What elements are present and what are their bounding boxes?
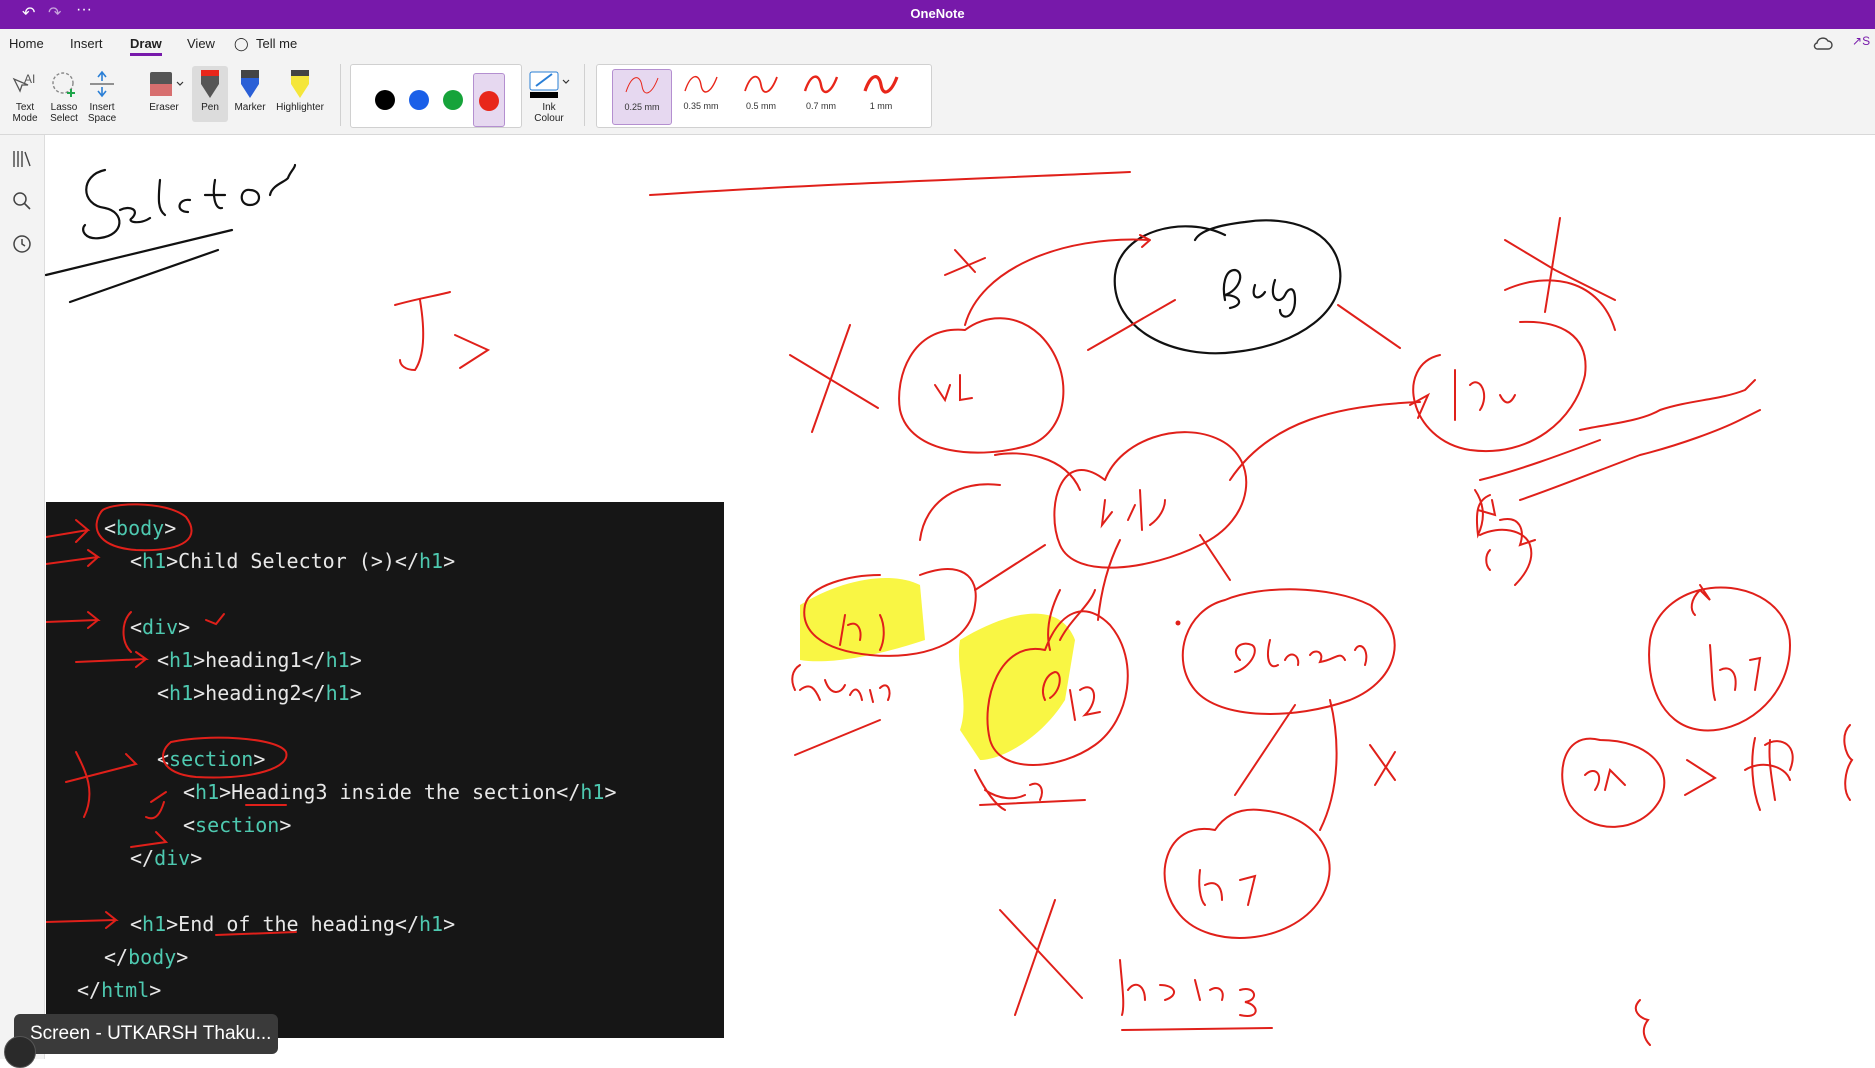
thickness-option[interactable]: 0.25 mm [612, 69, 672, 125]
text-mode-icon: AI [12, 72, 35, 93]
note-canvas[interactable]: <body> <h1>Child Selector (>)</h1> <div>… [45, 135, 1875, 1059]
thickness-label: 0.25 mm [624, 102, 660, 112]
insert-space-label-1: Insert [89, 102, 115, 113]
marker-label: Marker [234, 102, 266, 113]
tab-view[interactable]: View [187, 36, 215, 51]
lasso-select-button[interactable]: Lasso Select [46, 66, 82, 124]
stroke-icon [803, 75, 839, 94]
ink-colour-label-2: Colour [534, 113, 564, 124]
share-icon: ↗ [1852, 34, 1863, 48]
search-icon[interactable] [11, 190, 33, 212]
pen-label: Pen [201, 102, 219, 113]
highlighter-icon [291, 70, 309, 98]
text-mode-label-1: Text [15, 102, 35, 113]
pen-icon [201, 70, 219, 98]
thickness-option[interactable]: 0.7 mm [792, 69, 850, 123]
menu-bar: Home Insert Draw View ◯ Tell me ↗S [0, 29, 1875, 58]
code-snippet-image: <body> <h1>Child Selector (>)</h1> <div>… [46, 502, 724, 1038]
marker-icon [241, 70, 259, 98]
ink-colour-icon [529, 71, 570, 98]
pen-button[interactable]: Pen [192, 66, 228, 122]
highlighter-strokes [800, 577, 1075, 760]
tab-home[interactable]: Home [9, 36, 44, 51]
tab-insert[interactable]: Insert [70, 36, 103, 51]
thickness-label: 0.5 mm [745, 101, 776, 111]
avatar [4, 1036, 36, 1068]
lasso-select-label-2: Select [50, 113, 78, 124]
insert-space-button[interactable]: Insert Space [84, 66, 120, 124]
ink-colour-label-1: Ink [542, 102, 556, 113]
color-blue[interactable] [409, 90, 429, 110]
tab-tell-me[interactable]: Tell me [256, 36, 297, 51]
tell-me-icon: ◯ [234, 36, 249, 51]
insert-space-label-2: Space [87, 113, 117, 124]
thickness-panel: 0.25 mm 0.35 mm 0.5 mm 0.7 mm 1 mm [596, 64, 932, 128]
color-black[interactable] [375, 90, 395, 110]
screen-share-indicator[interactable]: Screen - UTKARSH Thaku... [14, 1014, 278, 1054]
thickness-label: 1 mm [869, 101, 893, 111]
cloud-sync-icon[interactable] [1813, 37, 1833, 51]
stroke-icon [863, 75, 899, 94]
highlighter-label: Highlighter [276, 102, 324, 113]
draw-ribbon: AI Text Mode Lasso Select Insert Space E… [0, 58, 1875, 135]
highlighter-button[interactable]: Highlighter [272, 66, 328, 113]
ink-colour-button[interactable]: Ink Colour [524, 66, 574, 124]
ribbon-divider [340, 64, 341, 126]
thickness-option[interactable]: 0.5 mm [732, 69, 790, 123]
screen-share-label: Screen - UTKARSH Thaku... [30, 1023, 272, 1044]
color-palette [350, 64, 522, 128]
color-green[interactable] [443, 90, 463, 110]
recent-history-icon[interactable] [11, 233, 33, 255]
share-label: S [1862, 34, 1871, 48]
eraser-button[interactable]: Eraser [142, 66, 186, 113]
color-red-swatch [479, 91, 499, 111]
svg-text:AI: AI [24, 72, 35, 86]
code-annotation-strokes [46, 503, 297, 936]
thickness-label: 0.7 mm [805, 101, 836, 111]
eraser-icon [150, 72, 184, 96]
text-mode-button[interactable]: AI Text Mode [8, 66, 42, 124]
thickness-option[interactable]: 0.35 mm [672, 69, 730, 123]
eraser-label: Eraser [149, 102, 179, 113]
stroke-icon [684, 76, 718, 93]
thickness-label: 0.35 mm [683, 101, 719, 111]
app-title: OneNote [910, 6, 965, 21]
notebooks-icon[interactable] [11, 148, 33, 170]
stroke-icon [625, 77, 659, 94]
insert-space-icon [90, 70, 114, 98]
text-mode-label-2: Mode [12, 113, 38, 124]
lasso-select-label-1: Lasso [50, 102, 78, 113]
color-red-selected[interactable] [473, 73, 505, 127]
navigation-sidebar [0, 135, 45, 1059]
thickness-option[interactable]: 1 mm [852, 69, 910, 123]
dot-marks [1175, 620, 1181, 626]
lasso-select-icon [52, 72, 75, 97]
marker-button[interactable]: Marker [230, 66, 270, 113]
ribbon-divider [584, 64, 585, 126]
share-button[interactable]: ↗S [1852, 34, 1875, 52]
stroke-icon [744, 75, 778, 93]
tab-draw[interactable]: Draw [130, 36, 162, 56]
title-bar: ↶ ↷ ··· OneNote [0, 0, 1875, 29]
